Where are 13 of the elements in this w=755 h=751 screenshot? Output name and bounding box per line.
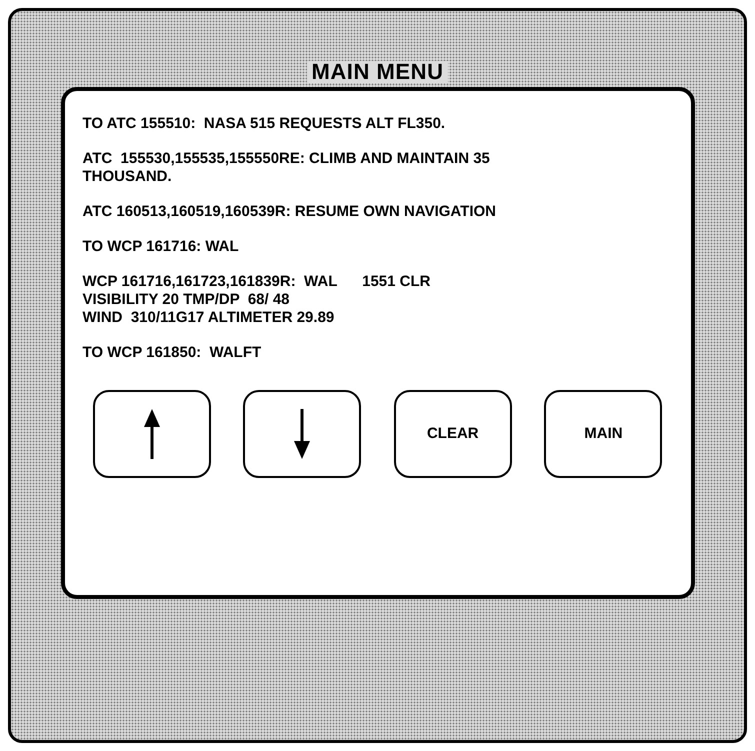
message-text: ATC 160513,160519,160539R: RESUME OWN NAVIGATION <box>82 203 497 221</box>
message-text: TO WCP 161716: WAL <box>82 238 240 256</box>
menu-button[interactable]: CLEAR <box>394 390 512 478</box>
message-text: WCP 161716,161723,161839R: WAL 1551 CLR VISIBILITY 20 TMP/DP 68/ 48 WIND 310/11G17 ALTIMETER 29.89 <box>82 273 432 327</box>
scroll-up-button[interactable] <box>92 390 210 478</box>
message-text: TO WCP 161850: WALFT <box>82 344 262 362</box>
down-arrow-icon <box>294 409 310 459</box>
message-text: ATC 155530,155535,155550RE: CLIMB AND MAINTAIN 35 THOUSAND. <box>82 150 491 186</box>
menu-title: MAIN MENU <box>307 61 448 83</box>
up-arrow-icon <box>144 409 160 459</box>
menu-button[interactable]: MAIN <box>544 390 662 478</box>
message-text: TO ATC 155510: NASA 515 REQUESTS ALT FL350. <box>82 115 446 133</box>
scroll-down-button[interactable] <box>243 390 362 478</box>
